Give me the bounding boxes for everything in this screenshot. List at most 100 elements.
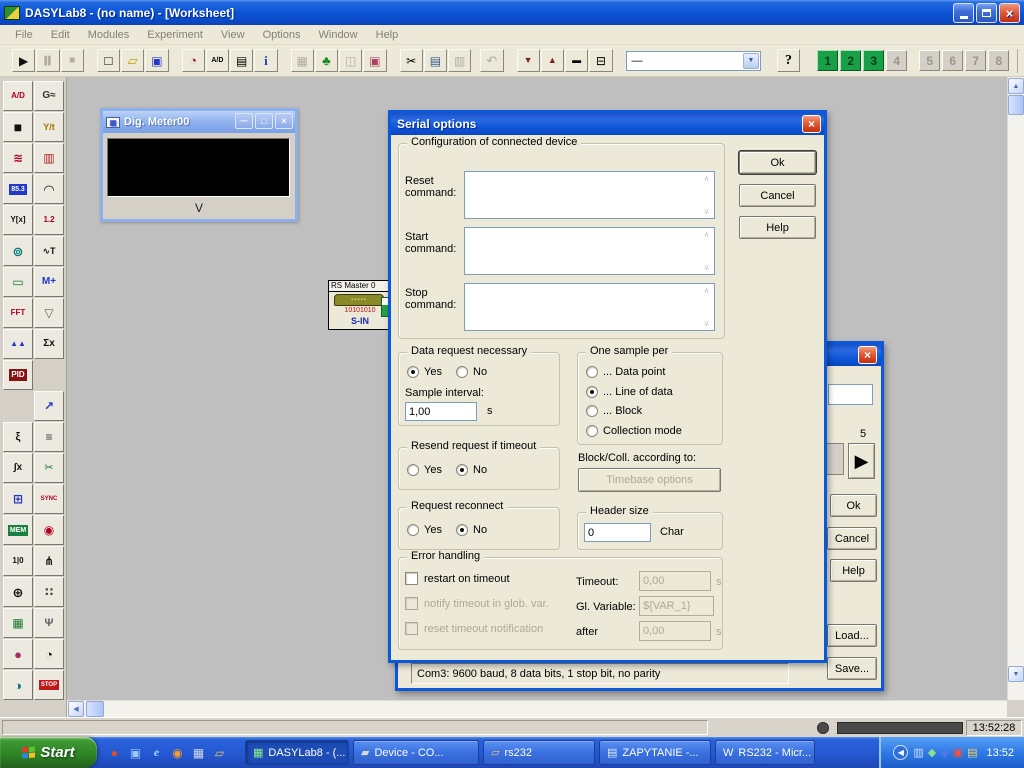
menu-edit[interactable]: Edit (42, 27, 79, 43)
device-save-button[interactable]: Save... (827, 657, 877, 680)
minimize-button[interactable] (953, 3, 974, 23)
scroll-down-icon[interactable]: ∨ (704, 263, 710, 272)
layout-view-button[interactable]: ▣ (363, 49, 387, 72)
stop-command-input[interactable]: ∧ ∨ (464, 283, 715, 331)
tray-display-icon[interactable]: ▤ (967, 746, 977, 759)
module-icon-regression-module[interactable]: ↗ (34, 391, 64, 421)
module-icon-lamp-module[interactable]: ⊚ (3, 236, 33, 266)
move-down-button[interactable]: ▼ (516, 49, 540, 72)
layer-button-6[interactable]: 6 (942, 50, 964, 71)
folder-icon[interactable]: ▱ (212, 745, 227, 760)
pause-button[interactable]: ▌▌ (36, 49, 60, 72)
module-icon-pid-module[interactable]: PID (3, 360, 33, 390)
tray-network-icon[interactable]: ▥ (913, 746, 923, 759)
module-icon-event-module[interactable]: ξ (3, 422, 33, 452)
combo-dropdown-button[interactable]: ▼ (742, 52, 759, 69)
module-icon-counter-module[interactable]: ⊞ (3, 484, 33, 514)
paste-button[interactable]: ▥ (448, 49, 472, 72)
menu-window[interactable]: Window (310, 27, 367, 43)
timebase-options-button[interactable]: Timebase options (578, 468, 721, 492)
module-icon-trigger-module[interactable]: ∿T (34, 236, 64, 266)
module-icon-memory-module[interactable]: MEM (3, 515, 33, 545)
move-up-button[interactable]: ▲ (540, 49, 564, 72)
ok-button[interactable]: Ok (739, 151, 816, 174)
error-checkbox-2[interactable]: reset timeout notification (405, 622, 543, 635)
module-icon-digital-module[interactable]: 1|0 (3, 546, 33, 576)
menu-help[interactable]: Help (367, 27, 408, 43)
module-icon-charge-module[interactable]: Ψ (34, 608, 64, 638)
device-dialog-close-button[interactable]: × (858, 346, 877, 364)
save-button[interactable]: ▣ (145, 49, 169, 72)
start-button[interactable]: Start (0, 737, 97, 768)
module-icon-signal-generator[interactable]: G≈ (34, 81, 64, 111)
module-icon-shift-register[interactable]: ▦ (3, 608, 33, 638)
one-sample-option-2[interactable]: ... Block (586, 405, 642, 417)
layer-button-8[interactable]: 8 (988, 50, 1010, 71)
reset-command-input[interactable]: ∧ ∨ (464, 171, 715, 219)
reconnect-no-radio[interactable]: No (456, 524, 487, 536)
scroll-up-icon[interactable]: ∧ (704, 230, 710, 239)
device-arrow-button[interactable]: ▶ (848, 443, 875, 479)
split-window-button[interactable]: ◫ (339, 49, 363, 72)
driver-button[interactable]: ▤ (230, 49, 254, 72)
resend-yes-radio[interactable]: Yes (407, 464, 442, 476)
windows-app-icon[interactable]: ▣ (128, 745, 143, 760)
close-button[interactable]: × (999, 3, 1020, 23)
new-worksheet-button[interactable]: □ (96, 49, 120, 72)
media-player-icon[interactable]: ◉ (170, 745, 185, 760)
module-icon-polar-plot[interactable]: ⊕ (3, 577, 33, 607)
task-button-dasylab[interactable]: ▦ DASYLab8 - (... (245, 740, 349, 765)
timeout-input[interactable] (639, 571, 711, 591)
tray-removal-icon[interactable]: ◆ (928, 746, 936, 759)
task-button-notepad[interactable]: ▤ ZAPYTANIE -... (599, 740, 711, 765)
module-icon-slider-module[interactable]: ▥ (34, 143, 64, 173)
menu-view[interactable]: View (212, 27, 254, 43)
cancel-button[interactable]: Cancel (739, 184, 816, 207)
module-icon-integration-module[interactable]: ∫x (3, 453, 33, 483)
device-ok-button[interactable]: Ok (830, 494, 877, 517)
data-request-yes-radio[interactable]: Yes (407, 366, 442, 378)
module-icon-sync-module[interactable]: SYNC (34, 484, 64, 514)
header-size-input[interactable] (584, 523, 651, 542)
menu-file[interactable]: File (6, 27, 42, 43)
scroll-down-button[interactable]: ▼ (1008, 666, 1024, 682)
restore-button[interactable] (976, 3, 997, 23)
module-icon-stop-module[interactable]: STOP (34, 670, 64, 700)
module-icon-list-display[interactable]: 1.2 (34, 205, 64, 235)
documentation-button[interactable]: i (254, 49, 278, 72)
module-icon-xy-chart[interactable]: Y[x] (3, 205, 33, 235)
vertical-scrollbar[interactable]: ▲ ▼ (1007, 77, 1024, 700)
device-load-button[interactable]: Load... (827, 624, 877, 647)
menu-options[interactable]: Options (254, 27, 310, 43)
scroll-down-icon[interactable]: ∨ (704, 319, 710, 328)
scroll-up-icon[interactable]: ∧ (704, 174, 710, 183)
scroll-up-button[interactable]: ▲ (1008, 78, 1024, 94)
module-icon-fft-module[interactable]: FFT (3, 298, 33, 328)
meter-minimize-button[interactable]: — (235, 113, 253, 129)
calculator-icon[interactable]: ▦ (191, 745, 206, 760)
after-input[interactable] (639, 621, 711, 641)
help-button[interactable]: Help (739, 216, 816, 239)
scroll-up-icon[interactable]: ∧ (704, 286, 710, 295)
one-sample-option-3[interactable]: Collection mode (586, 424, 682, 437)
error-checkbox-0[interactable]: restart on timeout (405, 572, 510, 585)
one-sample-option-0[interactable]: ... Data point (586, 366, 665, 378)
device-help-button[interactable]: Help (830, 559, 877, 582)
module-icon-digital-meter[interactable]: 85.3 (3, 174, 33, 204)
variable-input[interactable] (639, 596, 714, 616)
error-checkbox-1[interactable]: notify timeout in glob. var. (405, 597, 549, 610)
tray-chevron-button[interactable]: ◀ (893, 745, 909, 760)
layer-button-1[interactable]: 1 (817, 50, 839, 71)
layer-button-3[interactable]: 3 (863, 50, 885, 71)
module-icon-filter-module[interactable]: ▽ (34, 298, 64, 328)
stop-button[interactable]: ■ (60, 49, 84, 72)
module-icon-signal-shaper[interactable]: ▲▲ (3, 329, 33, 359)
module-icon-clock-module[interactable]: ◑ (3, 670, 33, 700)
timebase-button[interactable]: ◔ (181, 49, 205, 72)
module-icon-yt-chart[interactable]: Y/t (34, 112, 64, 142)
sample-interval-input[interactable] (405, 402, 477, 421)
layer-button-7[interactable]: 7 (965, 50, 987, 71)
reconnect-yes-radio[interactable]: Yes (407, 524, 442, 536)
module-icon-pie-chart-module[interactable]: ● (3, 639, 33, 669)
copy-button[interactable]: ▤ (423, 49, 447, 72)
